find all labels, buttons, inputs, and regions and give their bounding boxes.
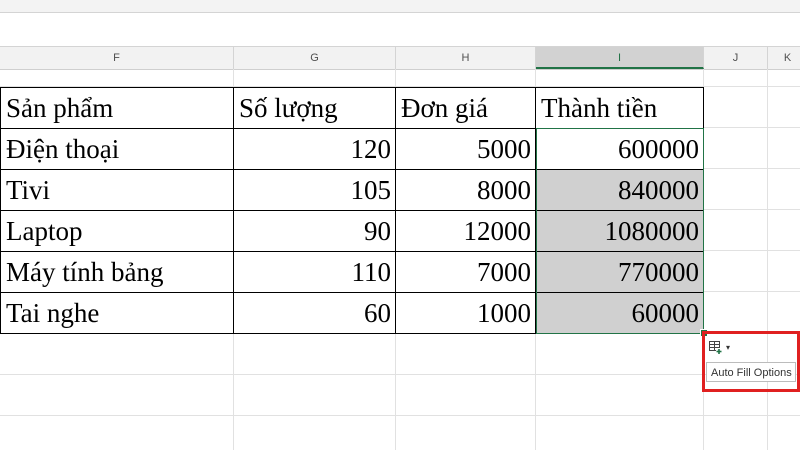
table-cell[interactable]: 120 bbox=[234, 129, 396, 170]
auto-fill-tooltip: Auto Fill Options bbox=[706, 362, 796, 382]
table-cell[interactable]: Tai nghe bbox=[0, 293, 234, 334]
fill-handle[interactable] bbox=[700, 329, 708, 337]
column-header-j[interactable]: J bbox=[704, 47, 768, 69]
header-cell-quantity[interactable]: Số lượng bbox=[234, 88, 396, 129]
table-cell[interactable]: 105 bbox=[234, 170, 396, 211]
gridline bbox=[704, 209, 800, 210]
column-header-k[interactable]: K bbox=[768, 47, 800, 69]
table-cell[interactable]: 60 bbox=[234, 293, 396, 334]
gridline bbox=[704, 291, 800, 292]
gridline bbox=[0, 415, 800, 416]
table-cell-active[interactable]: 600000 bbox=[536, 129, 704, 170]
table-cell-filled[interactable]: 1080000 bbox=[536, 211, 704, 252]
data-table: Sản phẩm Số lượng Đơn giá Thành tiền Điệ… bbox=[0, 87, 704, 334]
auto-fill-options-button[interactable]: ▾ bbox=[706, 337, 740, 357]
table-cell-filled[interactable]: 770000 bbox=[536, 252, 704, 293]
gridline bbox=[704, 127, 800, 128]
chevron-down-icon: ▾ bbox=[726, 342, 731, 352]
table-cell[interactable]: 8000 bbox=[396, 170, 536, 211]
table-cell[interactable]: 12000 bbox=[396, 211, 536, 252]
table-cell[interactable]: 1000 bbox=[396, 293, 536, 334]
table-cell-filled[interactable]: 60000 bbox=[536, 293, 704, 334]
ribbon-edge bbox=[0, 0, 800, 13]
header-cell-total[interactable]: Thành tiền bbox=[536, 88, 704, 129]
table-cell[interactable]: 90 bbox=[234, 211, 396, 252]
gridline bbox=[704, 250, 800, 251]
header-cell-product[interactable]: Sản phẩm bbox=[0, 88, 234, 129]
column-header-bar: F G H I J K bbox=[0, 46, 800, 70]
column-header-f[interactable]: F bbox=[0, 47, 234, 69]
table-cell[interactable]: Điện thoại bbox=[0, 129, 234, 170]
column-header-h[interactable]: H bbox=[396, 47, 536, 69]
table-cell[interactable]: 5000 bbox=[396, 129, 536, 170]
column-header-i[interactable]: I bbox=[536, 47, 704, 69]
table-cell-filled[interactable]: 840000 bbox=[536, 170, 704, 211]
gridline bbox=[704, 168, 800, 169]
table-cell[interactable]: 7000 bbox=[396, 252, 536, 293]
table-cell[interactable]: Máy tính bảng bbox=[0, 252, 234, 293]
header-cell-unit-price[interactable]: Đơn giá bbox=[396, 88, 536, 129]
table-cell[interactable]: 110 bbox=[234, 252, 396, 293]
table-cell[interactable]: Laptop bbox=[0, 211, 234, 252]
table-cell[interactable]: Tivi bbox=[0, 170, 234, 211]
auto-fill-options-icon bbox=[709, 340, 722, 354]
gridline bbox=[0, 374, 800, 375]
column-header-g[interactable]: G bbox=[234, 47, 396, 69]
